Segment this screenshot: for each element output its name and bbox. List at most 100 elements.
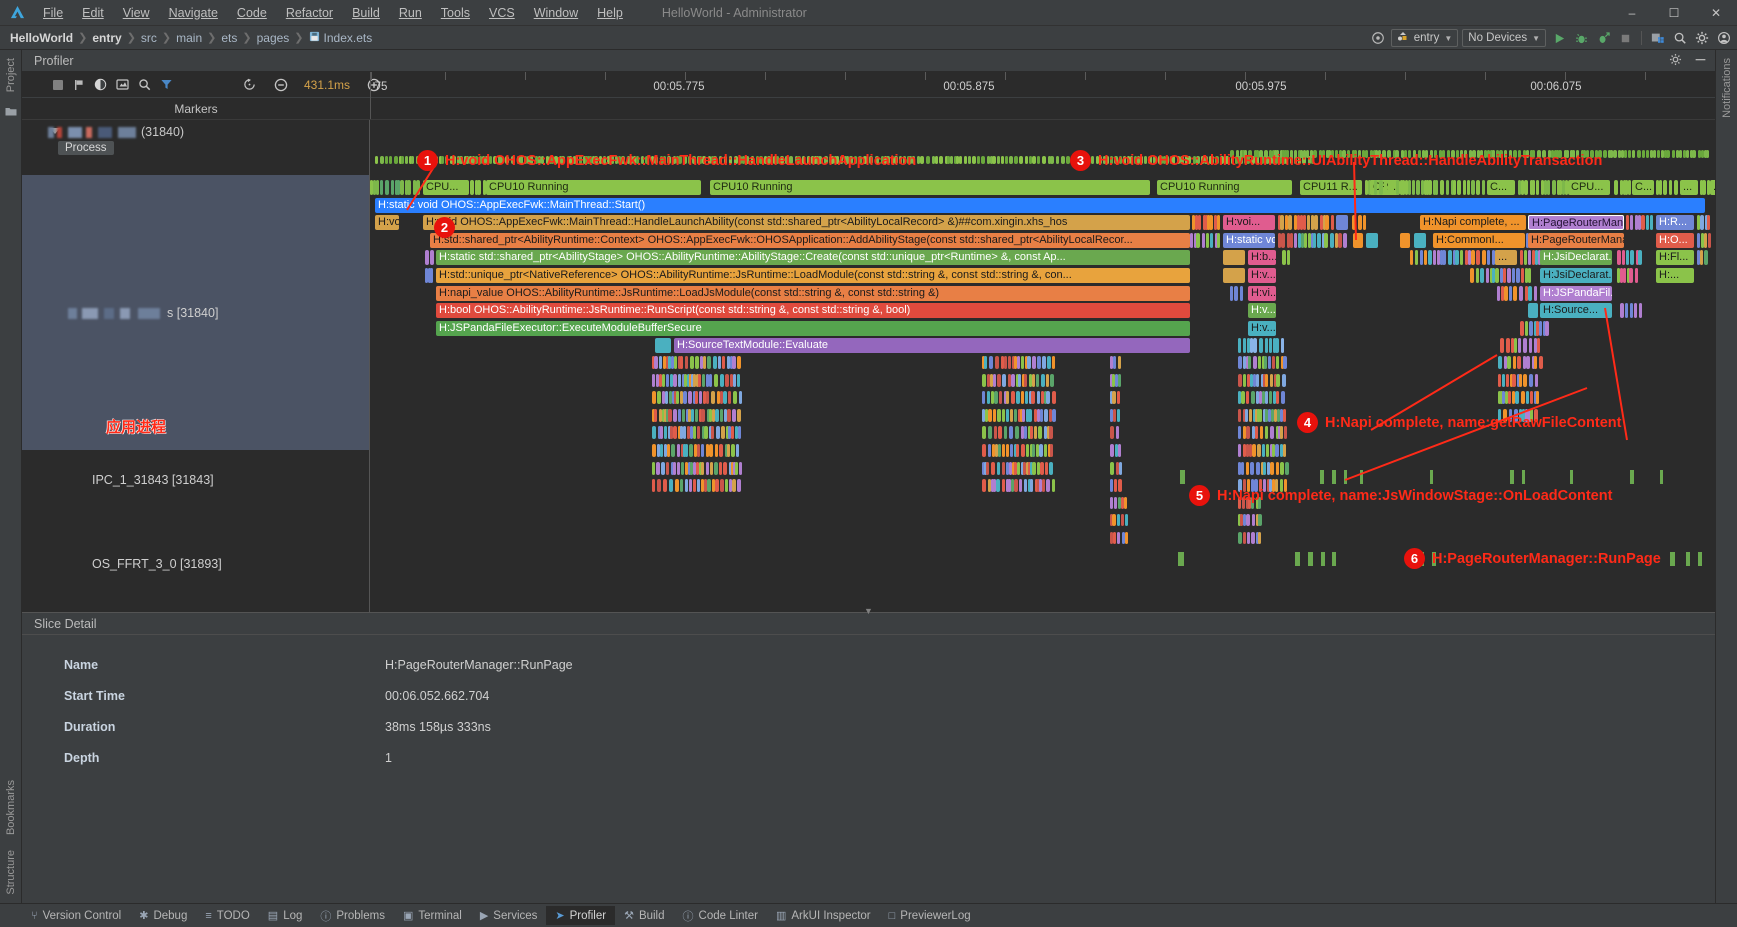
flame-block[interactable] <box>1265 426 1268 439</box>
flame-block[interactable] <box>1528 303 1538 318</box>
flame-block[interactable] <box>1503 268 1506 283</box>
stop-icon[interactable] <box>1616 29 1634 47</box>
statusbar-item-todo[interactable]: ≡TODO <box>196 907 258 925</box>
flame-block[interactable] <box>1009 426 1013 439</box>
flame-block[interactable] <box>1019 156 1023 164</box>
flame-block[interactable] <box>1528 268 1531 283</box>
flame-block[interactable] <box>1004 356 1007 369</box>
flame-block[interactable] <box>1061 156 1065 164</box>
flame-block[interactable] <box>1030 426 1033 439</box>
flame-block[interactable] <box>1246 426 1250 439</box>
flame-block[interactable] <box>1276 356 1279 369</box>
flame-block[interactable] <box>430 250 434 265</box>
flame-block[interactable] <box>1046 374 1049 387</box>
flame-block[interactable] <box>659 356 662 369</box>
flame-block[interactable] <box>385 156 388 164</box>
debug-icon[interactable] <box>1572 29 1590 47</box>
flame-block[interactable] <box>1006 444 1009 457</box>
flame-block[interactable] <box>1217 215 1220 230</box>
flame-block[interactable] <box>725 374 729 387</box>
minimize-button[interactable]: – <box>1611 0 1653 26</box>
breadcrumb-pages[interactable]: pages <box>253 31 294 45</box>
flame-block[interactable] <box>1363 215 1366 230</box>
profile-icon[interactable] <box>1594 29 1612 47</box>
flame-block[interactable] <box>1626 215 1629 230</box>
flame-block[interactable] <box>654 356 658 369</box>
flame-block[interactable] <box>1281 233 1285 248</box>
flame-block[interactable] <box>1238 426 1241 439</box>
flame-block[interactable] <box>1529 374 1533 387</box>
track-block[interactable] <box>1430 470 1433 484</box>
flame-block[interactable] <box>1264 356 1267 369</box>
flame-block[interactable] <box>1384 180 1387 195</box>
account-icon[interactable] <box>1715 29 1733 47</box>
flame-block[interactable]: H:PageRouterMana... <box>1528 233 1624 248</box>
flame-block[interactable] <box>1470 268 1474 283</box>
flame-block[interactable] <box>1281 338 1284 353</box>
flame-block[interactable] <box>1258 532 1261 544</box>
flame-block[interactable] <box>376 180 379 195</box>
flame-block[interactable] <box>1524 180 1528 195</box>
filter-icon[interactable] <box>160 77 173 92</box>
flame-block[interactable] <box>1217 233 1220 248</box>
flame-block[interactable] <box>1420 250 1423 265</box>
track-block[interactable] <box>1180 470 1185 484</box>
menu-edit[interactable]: Edit <box>73 3 113 23</box>
flame-block[interactable] <box>1534 286 1537 301</box>
flame-block[interactable] <box>1010 409 1013 422</box>
flame-block[interactable] <box>690 356 694 369</box>
flame-block[interactable] <box>982 374 986 387</box>
flame-block[interactable]: H:static std::shared_ptr<AbilityStage> O… <box>436 250 1190 265</box>
flame-block[interactable] <box>737 374 740 387</box>
flame-block[interactable] <box>1011 391 1015 404</box>
flame-block[interactable] <box>738 426 741 439</box>
flame-block[interactable]: C... <box>1632 180 1654 195</box>
flame-block[interactable] <box>1707 215 1710 230</box>
flame-block[interactable] <box>1117 391 1120 404</box>
flame-block[interactable] <box>685 444 688 457</box>
flame-block[interactable] <box>1358 215 1362 230</box>
flame-block[interactable] <box>1519 374 1522 387</box>
flame-block[interactable] <box>1125 514 1128 526</box>
flame-block[interactable] <box>425 250 429 265</box>
flame-block[interactable] <box>1036 374 1039 387</box>
menu-code[interactable]: Code <box>228 3 276 23</box>
statusbar-item-previewerlog[interactable]: □PreviewerLog <box>880 907 980 925</box>
flame-block[interactable] <box>1520 321 1524 336</box>
flame-block[interactable] <box>737 409 741 422</box>
flame-block[interactable] <box>1125 532 1128 544</box>
track-block[interactable] <box>1360 470 1363 484</box>
flame-block[interactable] <box>1044 444 1047 457</box>
flame-block[interactable]: CPU... <box>1568 180 1610 195</box>
previewer-icon[interactable] <box>1649 29 1667 47</box>
flame-block[interactable] <box>1336 215 1348 230</box>
flame-block[interactable] <box>1669 180 1672 195</box>
flame-block[interactable]: H:bool OHOS::AbilityRuntime::JsRuntime::… <box>436 303 1190 318</box>
flame-block[interactable] <box>1536 391 1539 404</box>
flame-block[interactable] <box>988 426 992 439</box>
flame-block[interactable] <box>1471 180 1475 195</box>
flame-block[interactable] <box>660 426 663 439</box>
flame-block[interactable] <box>926 156 930 164</box>
flame-block[interactable] <box>1238 338 1241 353</box>
flame-block[interactable] <box>711 391 715 404</box>
flame-block[interactable] <box>1024 374 1027 387</box>
flame-block[interactable] <box>1634 303 1637 318</box>
flame-block[interactable] <box>1565 180 1568 195</box>
flame-block[interactable] <box>1476 268 1479 283</box>
flame-block[interactable] <box>1022 409 1025 422</box>
flame-block[interactable] <box>652 426 656 439</box>
flame-block[interactable] <box>715 409 719 422</box>
flame-block[interactable] <box>702 374 705 387</box>
flame-block[interactable] <box>1259 409 1262 422</box>
flame-block[interactable] <box>732 409 736 422</box>
flame-block[interactable] <box>993 374 996 387</box>
flame-block[interactable] <box>1508 391 1511 404</box>
flame-block[interactable]: H:v... <box>1248 321 1276 336</box>
flame-block[interactable] <box>1486 268 1489 283</box>
flame-block[interactable] <box>1453 180 1456 195</box>
flame-block[interactable] <box>1313 233 1316 248</box>
flame-block[interactable] <box>1521 268 1524 283</box>
flame-block[interactable] <box>1440 180 1444 195</box>
flame-block[interactable] <box>1529 321 1533 336</box>
